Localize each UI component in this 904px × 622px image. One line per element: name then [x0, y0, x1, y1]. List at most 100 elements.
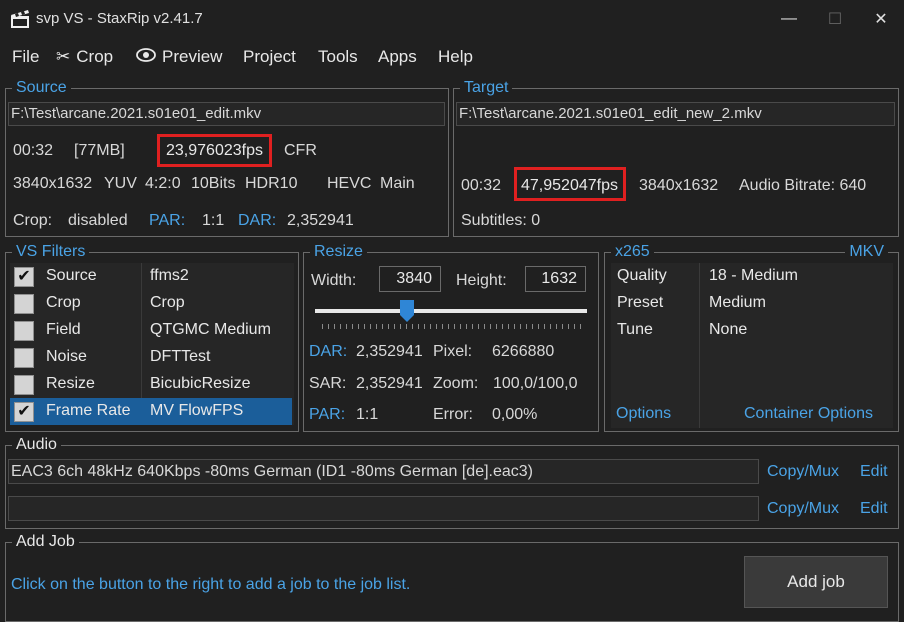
slider-tick	[376, 324, 377, 329]
encoder-option-name: Tune	[617, 321, 653, 338]
source-legend: Source	[12, 78, 71, 98]
menu-preview-label: Preview	[162, 47, 223, 66]
container-options-link[interactable]: Container Options	[744, 405, 873, 423]
source-crop-value: disabled	[68, 212, 128, 229]
filter-name: Resize	[46, 375, 95, 392]
zoom-value: 100,0/100,0	[493, 375, 578, 392]
menu-preview[interactable]: Preview	[136, 47, 222, 67]
slider-tick	[538, 324, 539, 329]
audio-1-copy-mux-link[interactable]: Copy/Mux	[767, 463, 839, 481]
options-link[interactable]: Options	[616, 405, 671, 423]
filter-checkbox[interactable]: ✔	[14, 321, 34, 341]
pixel-label: Pixel:	[433, 343, 473, 360]
menu-help[interactable]: Help	[438, 47, 473, 67]
menu-help-label: Help	[438, 47, 473, 66]
slider-tick	[532, 324, 533, 329]
error-label: Error:	[433, 406, 473, 423]
menu-crop-label: Crop	[76, 47, 114, 66]
slider-tick	[460, 324, 461, 329]
slider-tick	[484, 324, 485, 329]
sar-label: SAR:	[309, 375, 347, 392]
source-dar-value: 2,352941	[287, 212, 354, 229]
slider-tick	[424, 324, 425, 329]
target-duration: 00:32	[461, 177, 502, 194]
source-codec: HEVC	[327, 175, 372, 192]
filter-row-source[interactable]: ✔ Source ffms2	[10, 263, 292, 290]
filter-checkbox[interactable]: ✔	[14, 294, 34, 314]
slider-tick	[412, 324, 413, 329]
filter-row-noise[interactable]: ✔ Noise DFTTest	[10, 344, 292, 371]
filter-checkbox[interactable]: ✔	[14, 348, 34, 368]
resize-par-label[interactable]: PAR:	[309, 406, 345, 424]
filter-value: MV FlowFPS	[150, 402, 244, 419]
slider-tick	[340, 324, 341, 329]
width-input[interactable]: 3840	[379, 266, 441, 292]
filter-value: QTGMC Medium	[150, 321, 271, 338]
source-dar-label[interactable]: DAR:	[238, 212, 276, 230]
slider-tick	[334, 324, 335, 329]
filters-list[interactable]: ✔Sourceffms2✔CropCrop✔FieldQTGMC Medium✔…	[10, 263, 294, 425]
filter-name: Noise	[46, 348, 87, 365]
encoder-option-value: Medium	[709, 294, 766, 311]
close-button[interactable]: ✕	[858, 0, 904, 38]
source-path-field[interactable]: F:\Test\arcane.2021.s01e01_edit.mkv	[8, 102, 445, 126]
minimize-button[interactable]: —	[766, 0, 812, 38]
filter-checkbox[interactable]: ✔	[14, 267, 34, 287]
slider-tick	[544, 324, 545, 329]
slider-tick	[448, 324, 449, 329]
zoom-label: Zoom:	[433, 375, 479, 392]
source-par-label[interactable]: PAR:	[149, 212, 185, 230]
filter-name: Crop	[46, 294, 81, 311]
audio-track-2-field[interactable]	[8, 496, 759, 521]
filter-checkbox[interactable]: ✔	[14, 375, 34, 395]
filter-row-resize[interactable]: ✔ Resize BicubicResize	[10, 371, 292, 398]
audio-2-copy-mux-link[interactable]: Copy/Mux	[767, 500, 839, 518]
slider-tick	[352, 324, 353, 329]
source-colorspace: YUV	[104, 175, 137, 192]
source-resolution: 3840x1632	[13, 175, 93, 192]
menu-file[interactable]: File	[12, 47, 39, 67]
filter-checkbox[interactable]: ✔	[14, 402, 34, 422]
slider-tick	[490, 324, 491, 329]
encoder-row-tune[interactable]: Tune None	[611, 317, 893, 344]
menu-project[interactable]: Project	[243, 47, 296, 67]
add-job-button[interactable]: Add job	[744, 556, 888, 608]
maximize-button[interactable]: ☐	[812, 0, 858, 38]
slider-tick	[364, 324, 365, 329]
audio-2-edit-link[interactable]: Edit	[860, 500, 888, 518]
slider-tick	[496, 324, 497, 329]
error-value: 0,00%	[492, 406, 538, 423]
slider-tick	[388, 324, 389, 329]
filter-name: Field	[46, 321, 81, 338]
source-crop-label: Crop:	[13, 212, 53, 229]
menu-tools-label: Tools	[318, 47, 358, 66]
encoder-legend[interactable]: x265	[611, 242, 654, 262]
audio-1-edit-link[interactable]: Edit	[860, 463, 888, 481]
menu-apps[interactable]: Apps	[378, 47, 417, 67]
height-input[interactable]: 1632	[525, 266, 586, 292]
audio-track-1-field[interactable]: EAC3 6ch 48kHz 640Kbps -80ms German (ID1…	[8, 459, 759, 484]
encoder-row-preset[interactable]: Preset Medium	[611, 290, 893, 317]
filter-row-crop[interactable]: ✔ Crop Crop	[10, 290, 292, 317]
encoder-row-quality[interactable]: Quality 18 - Medium	[611, 263, 893, 290]
menu-crop[interactable]: ✂ Crop	[56, 47, 113, 67]
resize-slider-thumb[interactable]	[400, 300, 415, 322]
slider-tick	[466, 324, 467, 329]
encoder-options-list[interactable]: Quality 18 - Medium Preset Medium Tune None	[611, 263, 893, 428]
filter-row-frame-rate[interactable]: ✔ Frame Rate MV FlowFPS	[10, 398, 292, 425]
slider-tick	[322, 324, 323, 329]
filter-name: Source	[46, 267, 97, 284]
target-path-field[interactable]: F:\Test\arcane.2021.s01e01_edit_new_2.mk…	[456, 102, 895, 126]
menu-tools[interactable]: Tools	[318, 47, 358, 67]
filter-value: DFTTest	[150, 348, 211, 365]
slider-tick	[574, 324, 575, 329]
slider-tick	[406, 324, 407, 329]
resize-dar-label[interactable]: DAR:	[309, 343, 347, 361]
filter-row-field[interactable]: ✔ Field QTGMC Medium	[10, 317, 292, 344]
filter-value: BicubicResize	[150, 375, 251, 392]
container-legend[interactable]: MKV	[845, 242, 888, 262]
menu-file-label: File	[12, 47, 40, 66]
source-duration: 00:32	[13, 142, 54, 159]
width-label: Width:	[311, 272, 357, 289]
resize-slider-track[interactable]	[315, 309, 587, 313]
